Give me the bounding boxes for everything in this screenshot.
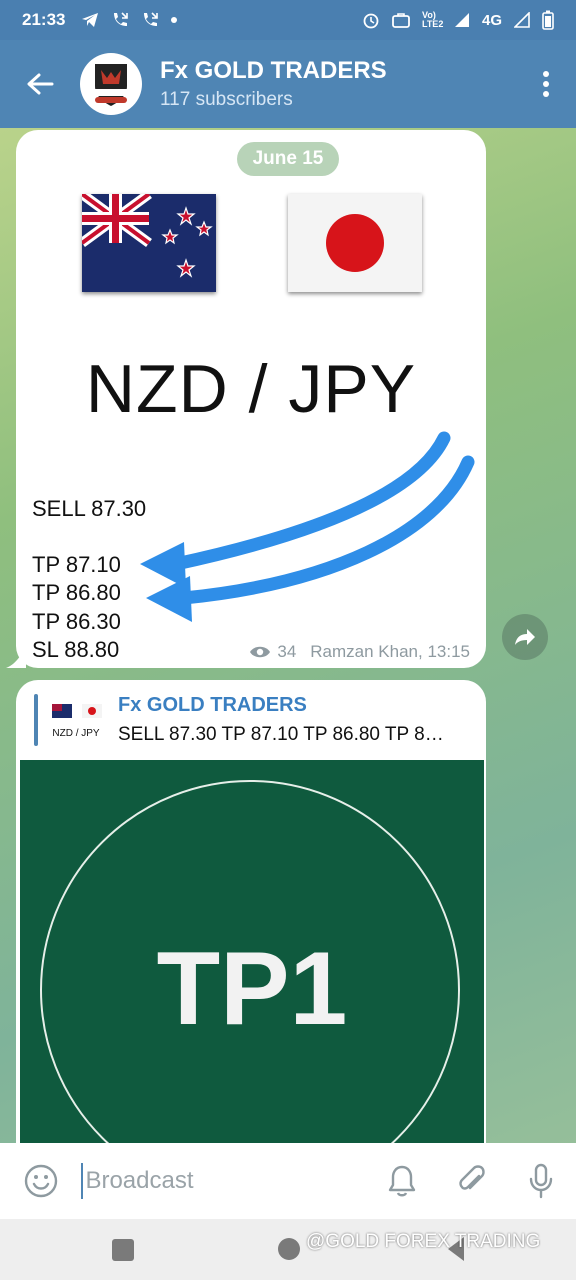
bubble-tail	[6, 648, 26, 668]
attach-button[interactable]	[437, 1164, 507, 1198]
emoji-button[interactable]	[0, 1164, 81, 1198]
smiley-icon	[24, 1164, 57, 1198]
chat-header: Fx GOLD TRADERS 117 subscribers	[0, 40, 576, 128]
arrow-graphic	[140, 431, 475, 622]
reply-thumb-label: NZD / JPY	[52, 728, 100, 739]
currency-pair-title: NZD / JPY	[85, 351, 417, 427]
alarm-icon	[363, 13, 379, 29]
voice-message-button[interactable]	[506, 1163, 576, 1199]
notification-dot-icon	[171, 17, 178, 23]
reply-accent-bar	[34, 694, 38, 746]
japan-flag-icon	[288, 194, 422, 292]
more-menu-button[interactable]	[516, 70, 576, 98]
status-time: 21:33	[22, 10, 66, 29]
back-button[interactable]	[0, 72, 80, 96]
date-separator: June 15	[237, 142, 339, 176]
home-button[interactable]	[278, 1238, 300, 1260]
share-arrow-icon	[515, 629, 535, 645]
author-time: Ramzan Khan, 13:15	[310, 642, 470, 661]
view-count: 34	[277, 642, 297, 661]
bell-icon	[389, 1165, 416, 1197]
reply-thumbnail[interactable]: NZD / JPY	[46, 698, 106, 748]
subscriber-count: 117 subscribers	[160, 89, 293, 110]
forward-button[interactable]	[502, 614, 548, 660]
nz-flag-mini-icon	[52, 704, 72, 718]
recent-apps-button[interactable]	[112, 1239, 134, 1261]
volte-label: Vo) LTE2	[421, 10, 444, 29]
message-meta: 34 Ramzan Khan, 13:15	[249, 642, 470, 662]
battery-icon	[542, 10, 554, 30]
briefcase-icon	[392, 13, 410, 28]
signal-icon	[454, 13, 469, 27]
telegram-notification-icon	[82, 13, 99, 27]
message-bubble-2[interactable]: NZD / JPY Fx GOLD TRADERS SELL 87.30 TP …	[16, 680, 486, 1150]
signal-tp3: TP 86.30	[32, 609, 121, 634]
missed-call-icon-2	[144, 12, 159, 26]
channel-avatar[interactable]	[80, 53, 142, 115]
missed-call-icon	[114, 12, 129, 26]
message-bubble[interactable]: June 15 NZD / JPY SELL 87.30 TP 87.10 TP…	[16, 130, 486, 668]
signal-tp1: TP 87.10	[32, 552, 121, 577]
signal-entry: SELL 87.30	[32, 496, 147, 521]
signal-sl: SL 88.80	[32, 637, 120, 662]
microphone-icon	[530, 1163, 553, 1199]
new-zealand-flag-icon	[82, 194, 216, 292]
more-vertical-icon	[543, 71, 549, 97]
broadcast-input[interactable]	[81, 1163, 368, 1199]
tp1-label: TP1	[156, 931, 348, 1047]
reply-preview-text: SELL 87.30 TP 87.10 TP 86.80 TP 8…	[118, 724, 444, 745]
tp1-image[interactable]: TP1	[20, 760, 484, 1150]
watermark-text: @GOLD FOREX TRADING	[306, 1231, 541, 1252]
arrow-left-icon	[27, 73, 54, 95]
signal-icon-2	[514, 12, 530, 28]
message-composer	[0, 1143, 576, 1219]
status-bar: 21:33 Vo) LTE2 4G	[0, 0, 576, 40]
network-type: 4G	[481, 11, 502, 29]
fx-gold-logo-icon	[91, 64, 131, 106]
paperclip-icon	[459, 1165, 485, 1190]
reply-channel-name: Fx GOLD TRADERS	[118, 694, 307, 716]
silent-broadcast-button[interactable]	[367, 1164, 437, 1198]
channel-title: Fx GOLD TRADERS	[160, 57, 387, 84]
eye-icon	[250, 646, 271, 658]
jp-flag-mini-icon	[82, 704, 102, 718]
channel-info[interactable]: Fx GOLD TRADERS 117 subscribers	[160, 57, 387, 111]
signal-tp2: TP 86.80	[32, 580, 121, 605]
